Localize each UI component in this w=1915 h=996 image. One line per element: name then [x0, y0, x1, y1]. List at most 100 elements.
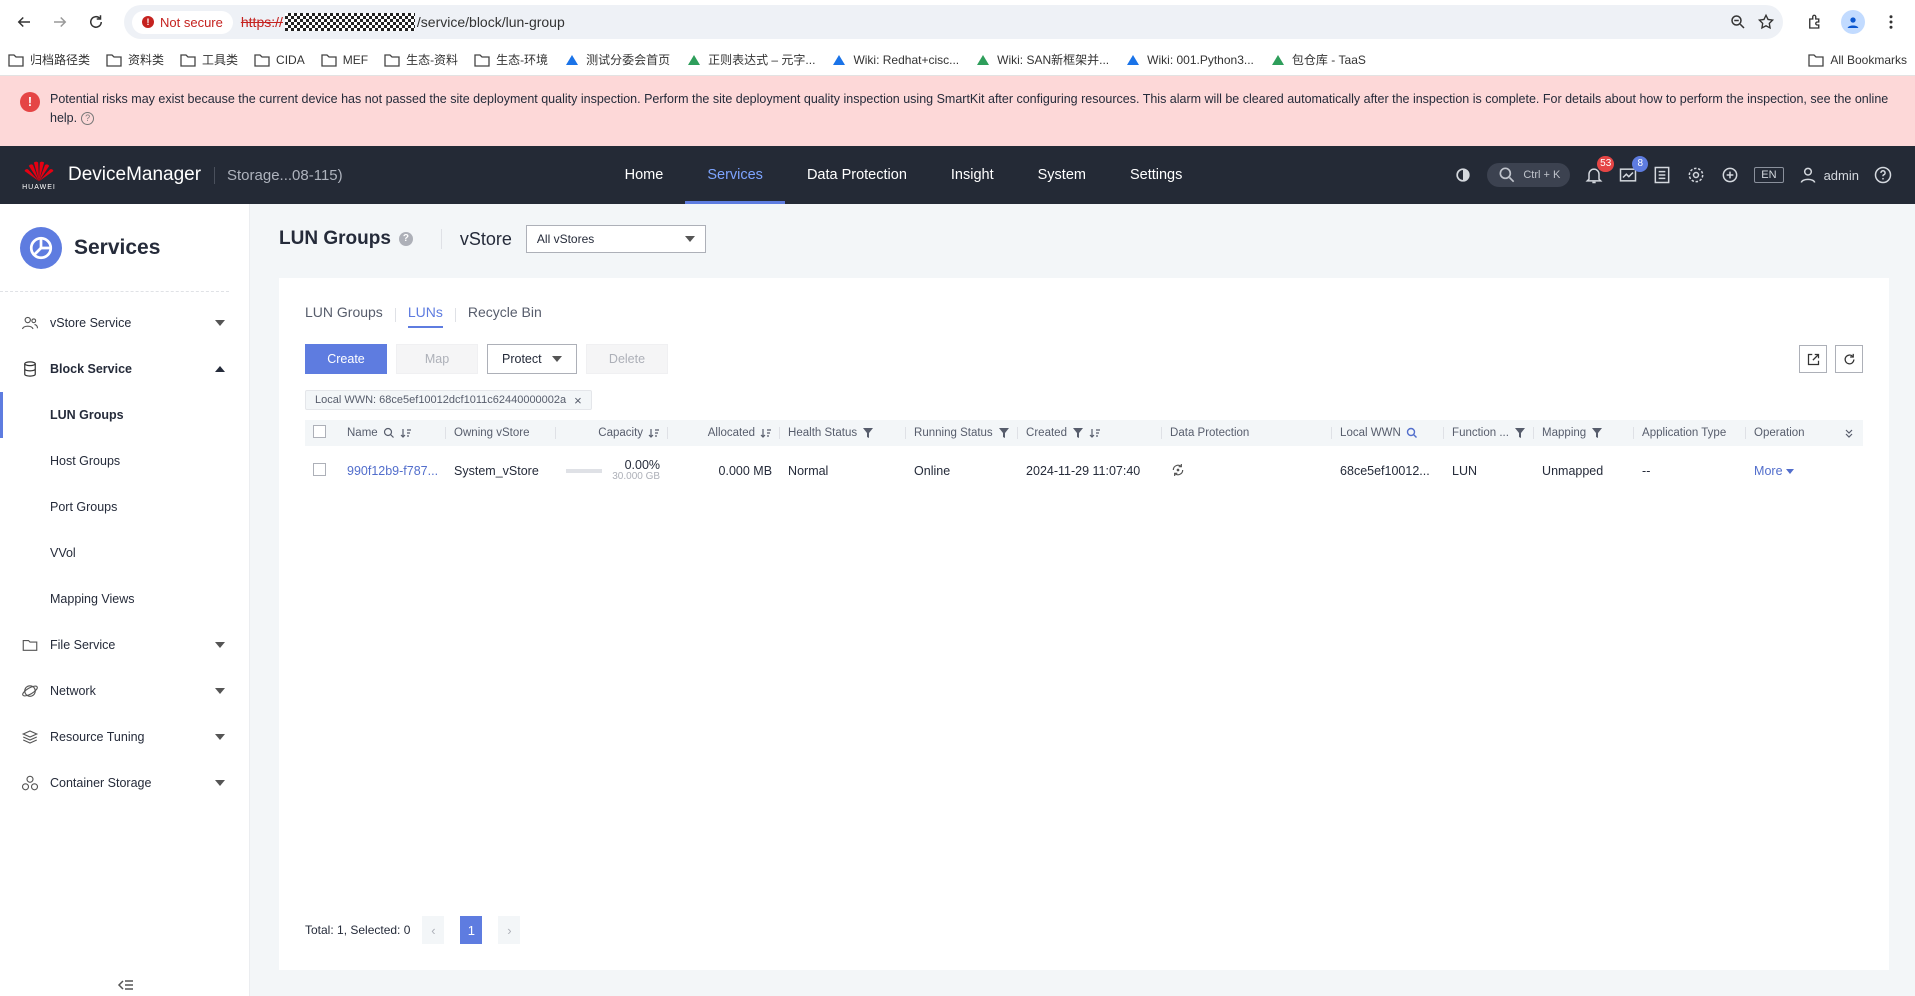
sort-icon[interactable]: [1089, 427, 1101, 439]
bookmark-item[interactable]: MEF: [321, 53, 368, 67]
all-bookmarks-button[interactable]: All Bookmarks: [1808, 53, 1907, 67]
column-settings-icon[interactable]: [1843, 427, 1855, 439]
nav-tab-settings[interactable]: Settings: [1108, 146, 1204, 204]
bookmark-item[interactable]: CIDA: [254, 53, 305, 67]
bookmark-item[interactable]: 工具类: [180, 51, 238, 68]
bookmark-item[interactable]: 资料类: [106, 51, 164, 68]
logs-button[interactable]: [1652, 165, 1672, 185]
bookmark-item[interactable]: 生态-资料: [384, 51, 458, 68]
bookmark-item[interactable]: 正则表达式 – 元字...: [686, 51, 815, 68]
person-icon: [1841, 10, 1865, 34]
export-button[interactable]: [1799, 345, 1827, 373]
bookmark-item[interactable]: 包仓库 - TaaS: [1270, 51, 1366, 68]
menu-button[interactable]: [1875, 6, 1907, 38]
forward-button[interactable]: [44, 6, 76, 38]
add-button[interactable]: [1720, 165, 1740, 185]
language-button[interactable]: EN: [1754, 167, 1784, 183]
bookmark-item[interactable]: Wiki: SAN新框架并...: [975, 51, 1109, 68]
select-all-checkbox[interactable]: [313, 425, 326, 438]
help-button[interactable]: [1873, 165, 1893, 185]
bookmark-item[interactable]: Wiki: Redhat+cisc...: [831, 53, 959, 67]
map-button[interactable]: Map: [396, 344, 478, 374]
settings-button[interactable]: [1686, 165, 1706, 185]
sidebar-item-resource-tuning[interactable]: Resource Tuning: [0, 714, 249, 760]
zoom-icon[interactable]: [1729, 13, 1747, 31]
lun-name-link[interactable]: 990f12b9-f787...: [347, 464, 438, 478]
col-function: Function ...: [1452, 427, 1509, 439]
star-icon[interactable]: [1757, 13, 1775, 31]
nav-tab-home[interactable]: Home: [603, 146, 686, 204]
close-icon[interactable]: ×: [574, 393, 582, 408]
sidebar-item-block-service[interactable]: Block Service: [0, 346, 249, 392]
col-created: Created: [1026, 427, 1067, 439]
security-chip[interactable]: ! Not secure: [132, 10, 233, 34]
nav-tab-data-protection[interactable]: Data Protection: [785, 146, 929, 204]
search-icon[interactable]: [1406, 427, 1418, 439]
sort-icon[interactable]: [648, 427, 660, 439]
sort-icon[interactable]: [400, 427, 412, 439]
row-checkbox[interactable]: [313, 463, 326, 476]
profile-button[interactable]: [1837, 6, 1869, 38]
sidebar-item-host-groups[interactable]: Host Groups: [0, 438, 249, 484]
help-icon[interactable]: ?: [81, 112, 95, 126]
back-button[interactable]: [8, 6, 40, 38]
sidebar-item-mapping-views[interactable]: Mapping Views: [0, 576, 249, 622]
next-page-button[interactable]: ›: [498, 916, 521, 944]
refresh-button[interactable]: [1835, 345, 1863, 373]
delete-button[interactable]: Delete: [586, 344, 668, 374]
filter-icon[interactable]: [1591, 427, 1603, 439]
folder-icon: [384, 53, 400, 67]
nav-tab-system[interactable]: System: [1016, 146, 1108, 204]
extensions-button[interactable]: [1799, 6, 1831, 38]
prev-page-button[interactable]: ‹: [422, 916, 445, 944]
sort-icon[interactable]: [760, 427, 772, 439]
global-search[interactable]: Ctrl + K: [1487, 163, 1571, 187]
reload-button[interactable]: [80, 6, 112, 38]
sidebar-item-port-groups[interactable]: Port Groups: [0, 484, 249, 530]
filter-icon[interactable]: [1514, 427, 1526, 439]
more-actions-link[interactable]: More: [1754, 464, 1855, 478]
tab-luns[interactable]: LUNs: [396, 300, 455, 330]
help-icon[interactable]: ?: [398, 232, 413, 246]
filter-icon[interactable]: [862, 427, 874, 439]
sidebar-item-network[interactable]: Network: [0, 668, 249, 714]
vstore-select[interactable]: All vStores: [525, 225, 706, 253]
cell-function: LUN: [1452, 464, 1478, 478]
alarms-button[interactable]: 53: [1584, 156, 1615, 185]
tab-lun-groups[interactable]: LUN Groups: [305, 300, 395, 330]
sidebar-item-file-service[interactable]: File Service: [0, 622, 249, 668]
main-nav: Home Services Data Protection Insight System…: [603, 146, 1205, 204]
table-row[interactable]: 990f12b9-f787... System_vStore 0.00% 30.…: [305, 446, 1863, 496]
filter-tag-label: Local WWN: 68ce5ef10012dcf1011c624400000…: [315, 394, 567, 406]
lun-toolbar: Create Map Protect Delete: [305, 344, 1863, 374]
bookmark-item[interactable]: 生态-环境: [474, 51, 548, 68]
tasks-button[interactable]: 8: [1618, 156, 1649, 185]
sidebar-item-lun-groups[interactable]: LUN Groups: [0, 392, 249, 438]
content-tabs: LUN Groups LUNs Recycle Bin: [305, 300, 1863, 330]
export-icon: [1807, 353, 1819, 365]
search-icon[interactable]: [383, 427, 395, 439]
bookmark-item[interactable]: Wiki: 001.Python3...: [1125, 53, 1254, 67]
user-menu[interactable]: admin: [1798, 165, 1859, 185]
site-favicon-icon: [977, 54, 990, 65]
filter-icon[interactable]: [998, 427, 1010, 439]
tab-recycle-bin[interactable]: Recycle Bin: [456, 300, 554, 330]
filter-icon[interactable]: [1072, 427, 1084, 439]
lun-table: Name Owning vStore Capacity Allocated He…: [305, 420, 1863, 496]
sidebar-item-container-storage[interactable]: Container Storage: [0, 760, 249, 806]
theme-toggle[interactable]: [1453, 165, 1473, 185]
sidebar-item-vstore-service[interactable]: vStore Service: [0, 300, 249, 346]
nav-tab-services[interactable]: Services: [685, 146, 785, 204]
protect-dropdown[interactable]: Protect: [487, 344, 577, 374]
bookmark-item[interactable]: 归档路径类: [8, 51, 90, 68]
bookmark-item[interactable]: 测试分委会首页: [564, 51, 670, 68]
address-bar[interactable]: ! Not secure https:// /service/block/lun…: [124, 5, 1783, 39]
nav-tab-insight[interactable]: Insight: [929, 146, 1016, 204]
data-protection-icon[interactable]: [1170, 462, 1186, 478]
col-health-status: Health Status: [788, 427, 858, 439]
collapse-sidebar-icon[interactable]: [116, 978, 134, 992]
url-text: https:// /service/block/lun-group: [241, 13, 565, 31]
create-button[interactable]: Create: [305, 344, 387, 374]
sidebar-item-vvol[interactable]: VVol: [0, 530, 249, 576]
page-1-button[interactable]: 1: [460, 916, 483, 944]
